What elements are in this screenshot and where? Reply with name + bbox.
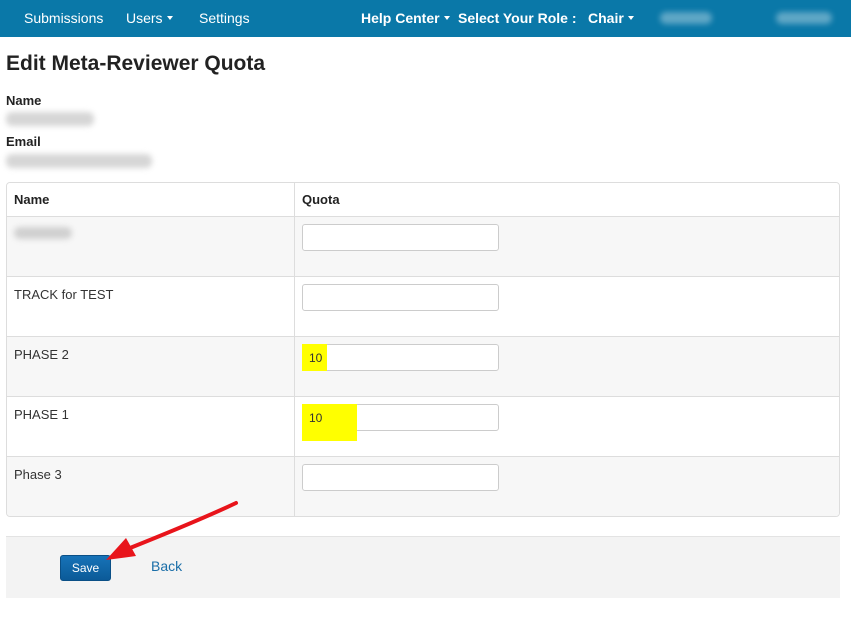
table-row	[7, 216, 839, 276]
nav-help-center-label: Help Center	[361, 10, 440, 26]
role-label: Chair	[588, 10, 624, 26]
nav-users-label: Users	[126, 10, 163, 26]
nav-submissions[interactable]: Submissions	[24, 0, 103, 37]
nav-help-center-dropdown[interactable]: Help Center	[361, 0, 450, 37]
table-row: PHASE 2 10	[7, 336, 839, 396]
track-name-cell: TRACK for TEST	[7, 277, 295, 336]
form-actions: Save Back	[6, 536, 840, 598]
select-role-label: Select Your Role :	[458, 10, 577, 26]
email-label: Email	[6, 134, 41, 149]
caret-down-icon	[627, 16, 634, 21]
redacted-user-name[interactable]	[660, 12, 712, 24]
page-title: Edit Meta-Reviewer Quota	[6, 52, 266, 75]
table-header-row: Name Quota	[7, 183, 839, 216]
column-header-name: Name	[7, 183, 295, 216]
quota-input[interactable]	[302, 344, 499, 371]
caret-down-icon	[166, 16, 173, 21]
quota-input[interactable]	[302, 464, 499, 491]
role-dropdown[interactable]: Chair	[588, 0, 634, 37]
quota-input[interactable]	[302, 224, 499, 251]
save-button[interactable]: Save	[60, 555, 111, 581]
quota-table: Name Quota TRACK for TEST PHASE 2 10 PHA…	[6, 182, 840, 517]
table-row: Phase 3	[7, 456, 839, 516]
redacted-user-menu[interactable]	[776, 12, 832, 24]
quota-cell: 10	[295, 337, 839, 396]
track-name-cell: PHASE 1	[7, 397, 295, 456]
column-header-quota: Quota	[302, 192, 340, 207]
quota-cell	[295, 277, 839, 336]
quota-cell: 10	[295, 397, 839, 456]
redacted-track-name	[14, 227, 72, 239]
quota-input[interactable]	[302, 404, 499, 431]
track-name-cell: PHASE 2	[7, 337, 295, 396]
quota-cell	[295, 457, 839, 516]
table-row: PHASE 1 10	[7, 396, 839, 456]
name-label: Name	[6, 93, 42, 108]
table-row: TRACK for TEST	[7, 276, 839, 336]
quota-input[interactable]	[302, 284, 499, 311]
nav-settings[interactable]: Settings	[199, 0, 250, 37]
track-name-cell: Phase 3	[7, 457, 295, 516]
back-link[interactable]: Back	[151, 558, 182, 574]
redacted-email-value	[6, 154, 152, 168]
quota-cell	[295, 217, 839, 276]
nav-users-dropdown[interactable]: Users	[126, 0, 173, 37]
top-navbar: Submissions Users Settings Help Center S…	[0, 0, 851, 37]
redacted-name-value	[6, 112, 94, 126]
track-name-cell	[7, 217, 295, 276]
caret-down-icon	[443, 16, 450, 21]
